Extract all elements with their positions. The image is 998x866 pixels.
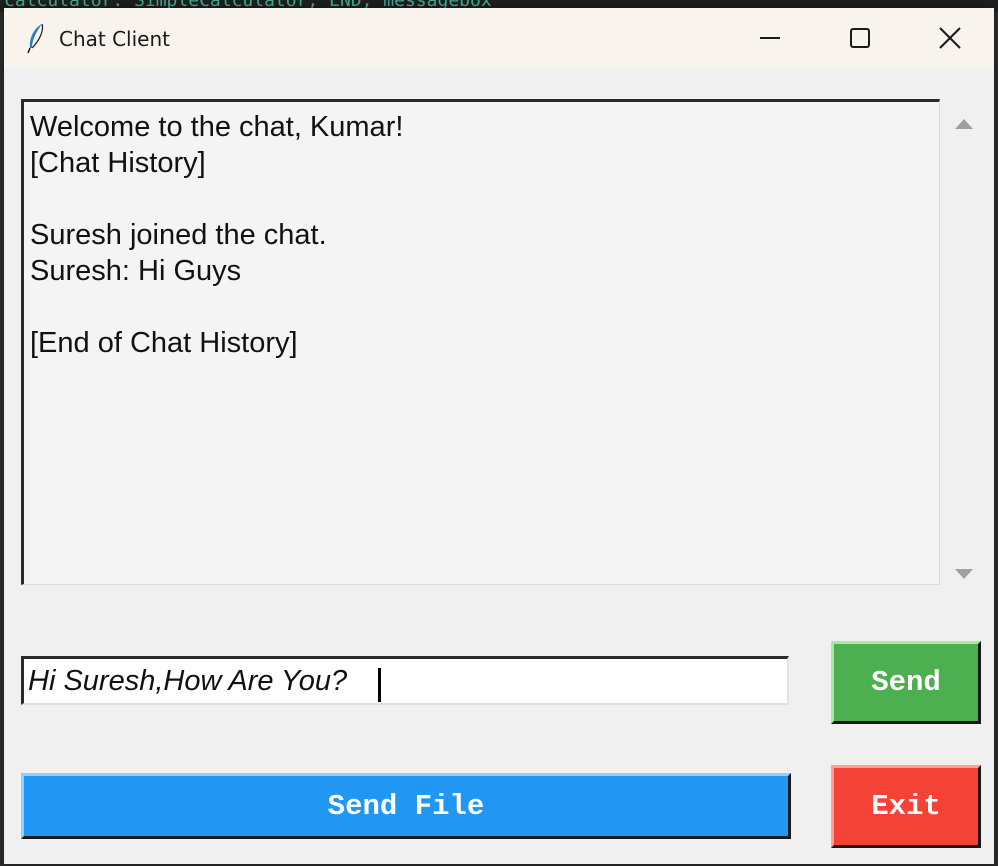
scroll-up-arrow-icon[interactable] [955, 119, 973, 129]
text-caret [378, 668, 381, 702]
message-input[interactable] [21, 656, 789, 705]
chat-lines: Welcome to the chat, Kumar! [Chat Histor… [30, 109, 403, 361]
maximize-icon [850, 28, 870, 48]
chat-line: Suresh joined the chat. [30, 219, 327, 251]
chat-line [30, 289, 403, 325]
maximize-button[interactable] [814, 8, 906, 68]
feather-icon [27, 23, 44, 54]
minimize-button[interactable] [724, 8, 816, 68]
chat-line [30, 181, 403, 217]
chat-line: [End of Chat History] [30, 327, 298, 359]
close-button[interactable] [904, 8, 996, 68]
chat-history-box[interactable]: Welcome to the chat, Kumar! [Chat Histor… [21, 99, 940, 585]
title-bar[interactable]: Chat Client [4, 8, 994, 68]
chat-line: Welcome to the chat, Kumar! [30, 111, 404, 143]
scroll-down-arrow-icon[interactable] [955, 569, 973, 579]
send-button[interactable]: Send [831, 641, 981, 724]
chat-line: Suresh: Hi Guys [30, 255, 242, 287]
minimize-icon [760, 37, 780, 39]
chat-line: [Chat History] [30, 147, 206, 179]
exit-button[interactable]: Exit [831, 765, 981, 848]
send-file-button[interactable]: Send File [21, 773, 791, 839]
window-title: Chat Client [59, 27, 170, 51]
chat-client-window: Chat Client Welcome to the chat, Kumar! … [4, 8, 994, 864]
chat-scrollbar[interactable] [950, 99, 978, 589]
close-icon [939, 27, 961, 49]
